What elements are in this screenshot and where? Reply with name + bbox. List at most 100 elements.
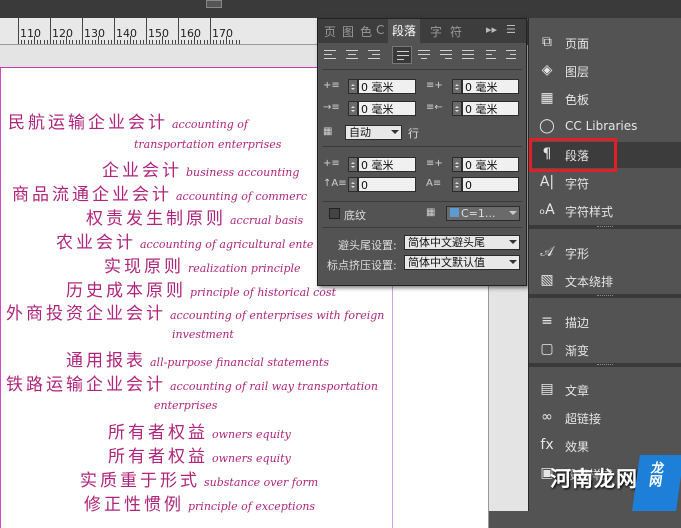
- tab-glyph[interactable]: 符: [450, 23, 462, 40]
- tab-swatches[interactable]: 色: [360, 23, 372, 40]
- dock-item-gradient[interactable]: ▢ 渐变: [529, 337, 681, 363]
- justify-right-icon[interactable]: [436, 46, 456, 64]
- last-line-indent-stepper[interactable]: [452, 101, 462, 116]
- space-after-field[interactable]: 0 毫米: [462, 157, 519, 172]
- ruler-minor-tick: [30, 40, 32, 44]
- right-indent-stepper[interactable]: [452, 79, 462, 94]
- tab-paragraph[interactable]: 段落: [388, 19, 421, 43]
- handwritten-line: transportation enterprises: [130, 133, 281, 153]
- english-term: owners equity: [212, 428, 291, 441]
- justify-center-icon[interactable]: [414, 46, 434, 64]
- layers-icon: ◈: [541, 62, 553, 78]
- left-indent-field[interactable]: 0 毫米: [358, 79, 416, 94]
- ruler-minor-tick: [46, 40, 48, 44]
- justify-all-icon[interactable]: [458, 46, 478, 64]
- first-line-indent-field[interactable]: 0 毫米: [358, 101, 416, 116]
- chinese-term: 农业会计: [56, 233, 136, 253]
- ruler-label: 160: [180, 27, 201, 40]
- paragraph-panel[interactable]: 页 图 色 C 段落 字 符 ▸▸ ☰ +≡ 0 毫米 ≡+ 0 毫米 →≡ 0…: [317, 18, 527, 286]
- english-term: accounting of enterprises with foreign: [170, 309, 385, 322]
- space-after-stepper[interactable]: [452, 157, 462, 172]
- ruler-minor-tick: [27, 40, 29, 44]
- align-left-icon[interactable]: [320, 46, 340, 64]
- dock-item-hyperlink[interactable]: ∞ 超链接: [529, 405, 681, 431]
- dock-item-label: 渐变: [565, 344, 590, 358]
- dock-item-cc-libraries[interactable]: ◯ CC Libraries: [529, 114, 681, 140]
- english-term: owners equity: [212, 452, 291, 465]
- handwritten-line: 实现原则 realization principle: [104, 252, 301, 277]
- tab-pages[interactable]: 页: [324, 23, 336, 40]
- fill-swatch-icon[interactable]: [206, 0, 222, 8]
- align-center-icon[interactable]: [342, 46, 362, 64]
- ruler-minor-tick: [37, 40, 39, 44]
- expand-panel-icon[interactable]: ▸▸: [486, 23, 497, 36]
- ruler-minor-tick: [56, 40, 58, 44]
- ruler-minor-tick: [107, 40, 109, 44]
- ruler-minor-tick: [229, 40, 231, 44]
- english-term: business accounting: [186, 166, 300, 179]
- space-before-field[interactable]: 0 毫米: [358, 157, 416, 172]
- english-term: enterprises: [154, 399, 218, 412]
- ruler-minor-tick: [62, 40, 64, 44]
- handwritten-line: 实质重于形式 substance over form: [80, 466, 318, 491]
- ruler-minor-tick: [69, 40, 71, 44]
- tab-layers[interactable]: 图: [342, 23, 354, 40]
- tab-character[interactable]: 字: [430, 23, 442, 40]
- drop-cap-chars-field[interactable]: 0: [462, 177, 519, 192]
- kinsoku-select[interactable]: 简体中文避头尾: [404, 235, 520, 250]
- dock-item-article[interactable]: ▤ 文章: [529, 377, 681, 403]
- glyphs-icon: 𝒜: [540, 244, 554, 260]
- chinese-term: 实质重于形式: [80, 471, 200, 491]
- handwritten-line: 企业会计 business accounting: [102, 156, 299, 181]
- chinese-term: 企业会计: [102, 161, 182, 181]
- dock-item-label: 描边: [565, 316, 590, 330]
- watermark: 河南龙网 龙网: [528, 455, 681, 511]
- panel-divider: [322, 146, 522, 147]
- dock-item-character-styles[interactable]: ₒA 字符样式: [529, 198, 681, 224]
- ruler-minor-tick: [104, 40, 106, 44]
- ruler-major-tick: [178, 18, 179, 44]
- align-away-spine-icon[interactable]: [502, 46, 522, 64]
- left-indent-icon: +≡: [323, 80, 340, 91]
- swatches-icon: ▦: [540, 90, 554, 106]
- panel-menu-icon[interactable]: ☰: [506, 23, 516, 36]
- align-towards-spine-icon[interactable]: [482, 46, 502, 64]
- english-term: all-purpose financial statements: [150, 356, 329, 369]
- grid-align-select[interactable]: 自动: [345, 125, 402, 140]
- text-wrap-icon: ▧: [540, 272, 554, 288]
- align-right-icon[interactable]: [364, 46, 384, 64]
- first-line-indent-stepper[interactable]: [348, 101, 358, 116]
- right-indent-field[interactable]: 0 毫米: [462, 79, 519, 94]
- tab-cc[interactable]: C: [376, 23, 384, 37]
- swatch-chip: [450, 208, 459, 217]
- shading-checkbox[interactable]: [329, 208, 340, 219]
- ruler-minor-tick: [91, 40, 93, 44]
- dock-item-pages[interactable]: ⧉ 页面: [529, 30, 681, 56]
- drop-cap-lines-icon: ↑A≡: [323, 178, 347, 189]
- dock-item-character[interactable]: A| 字符: [529, 170, 681, 196]
- ruler-minor-tick: [59, 40, 61, 44]
- dock-item-layers[interactable]: ◈ 图层: [529, 58, 681, 84]
- margin-guide-left: [0, 68, 1, 528]
- last-line-indent-field[interactable]: 0 毫米: [462, 101, 519, 116]
- ruler-major-tick: [114, 18, 115, 44]
- shading-color-select[interactable]: C=1...: [446, 206, 520, 221]
- handwritten-line: 通用报表 all-purpose financial statements: [66, 346, 329, 371]
- ruler-minor-tick: [168, 40, 170, 44]
- dock-item-swatches[interactable]: ▦ 色板: [529, 86, 681, 112]
- drop-cap-chars-stepper[interactable]: [452, 177, 462, 192]
- dock-item-glyphs[interactable]: 𝒜 字形: [529, 240, 681, 266]
- mojikumi-select[interactable]: 简体中文默认值: [404, 255, 520, 270]
- dock-item-text-wrap[interactable]: ▧ 文本绕排: [529, 268, 681, 294]
- drop-cap-lines-field[interactable]: 0: [358, 177, 416, 192]
- dock-item-stroke[interactable]: ≡ 描边: [529, 309, 681, 335]
- ruler-minor-tick: [219, 40, 221, 44]
- left-indent-stepper[interactable]: [348, 79, 358, 94]
- dock-item-label: 图层: [565, 65, 590, 79]
- drop-cap-lines-stepper[interactable]: [348, 177, 358, 192]
- justify-left-icon[interactable]: [392, 46, 412, 64]
- ruler-minor-tick: [158, 40, 160, 44]
- ruler-minor-tick: [40, 40, 42, 44]
- space-before-stepper[interactable]: [348, 157, 358, 172]
- ruler-minor-tick: [216, 40, 218, 44]
